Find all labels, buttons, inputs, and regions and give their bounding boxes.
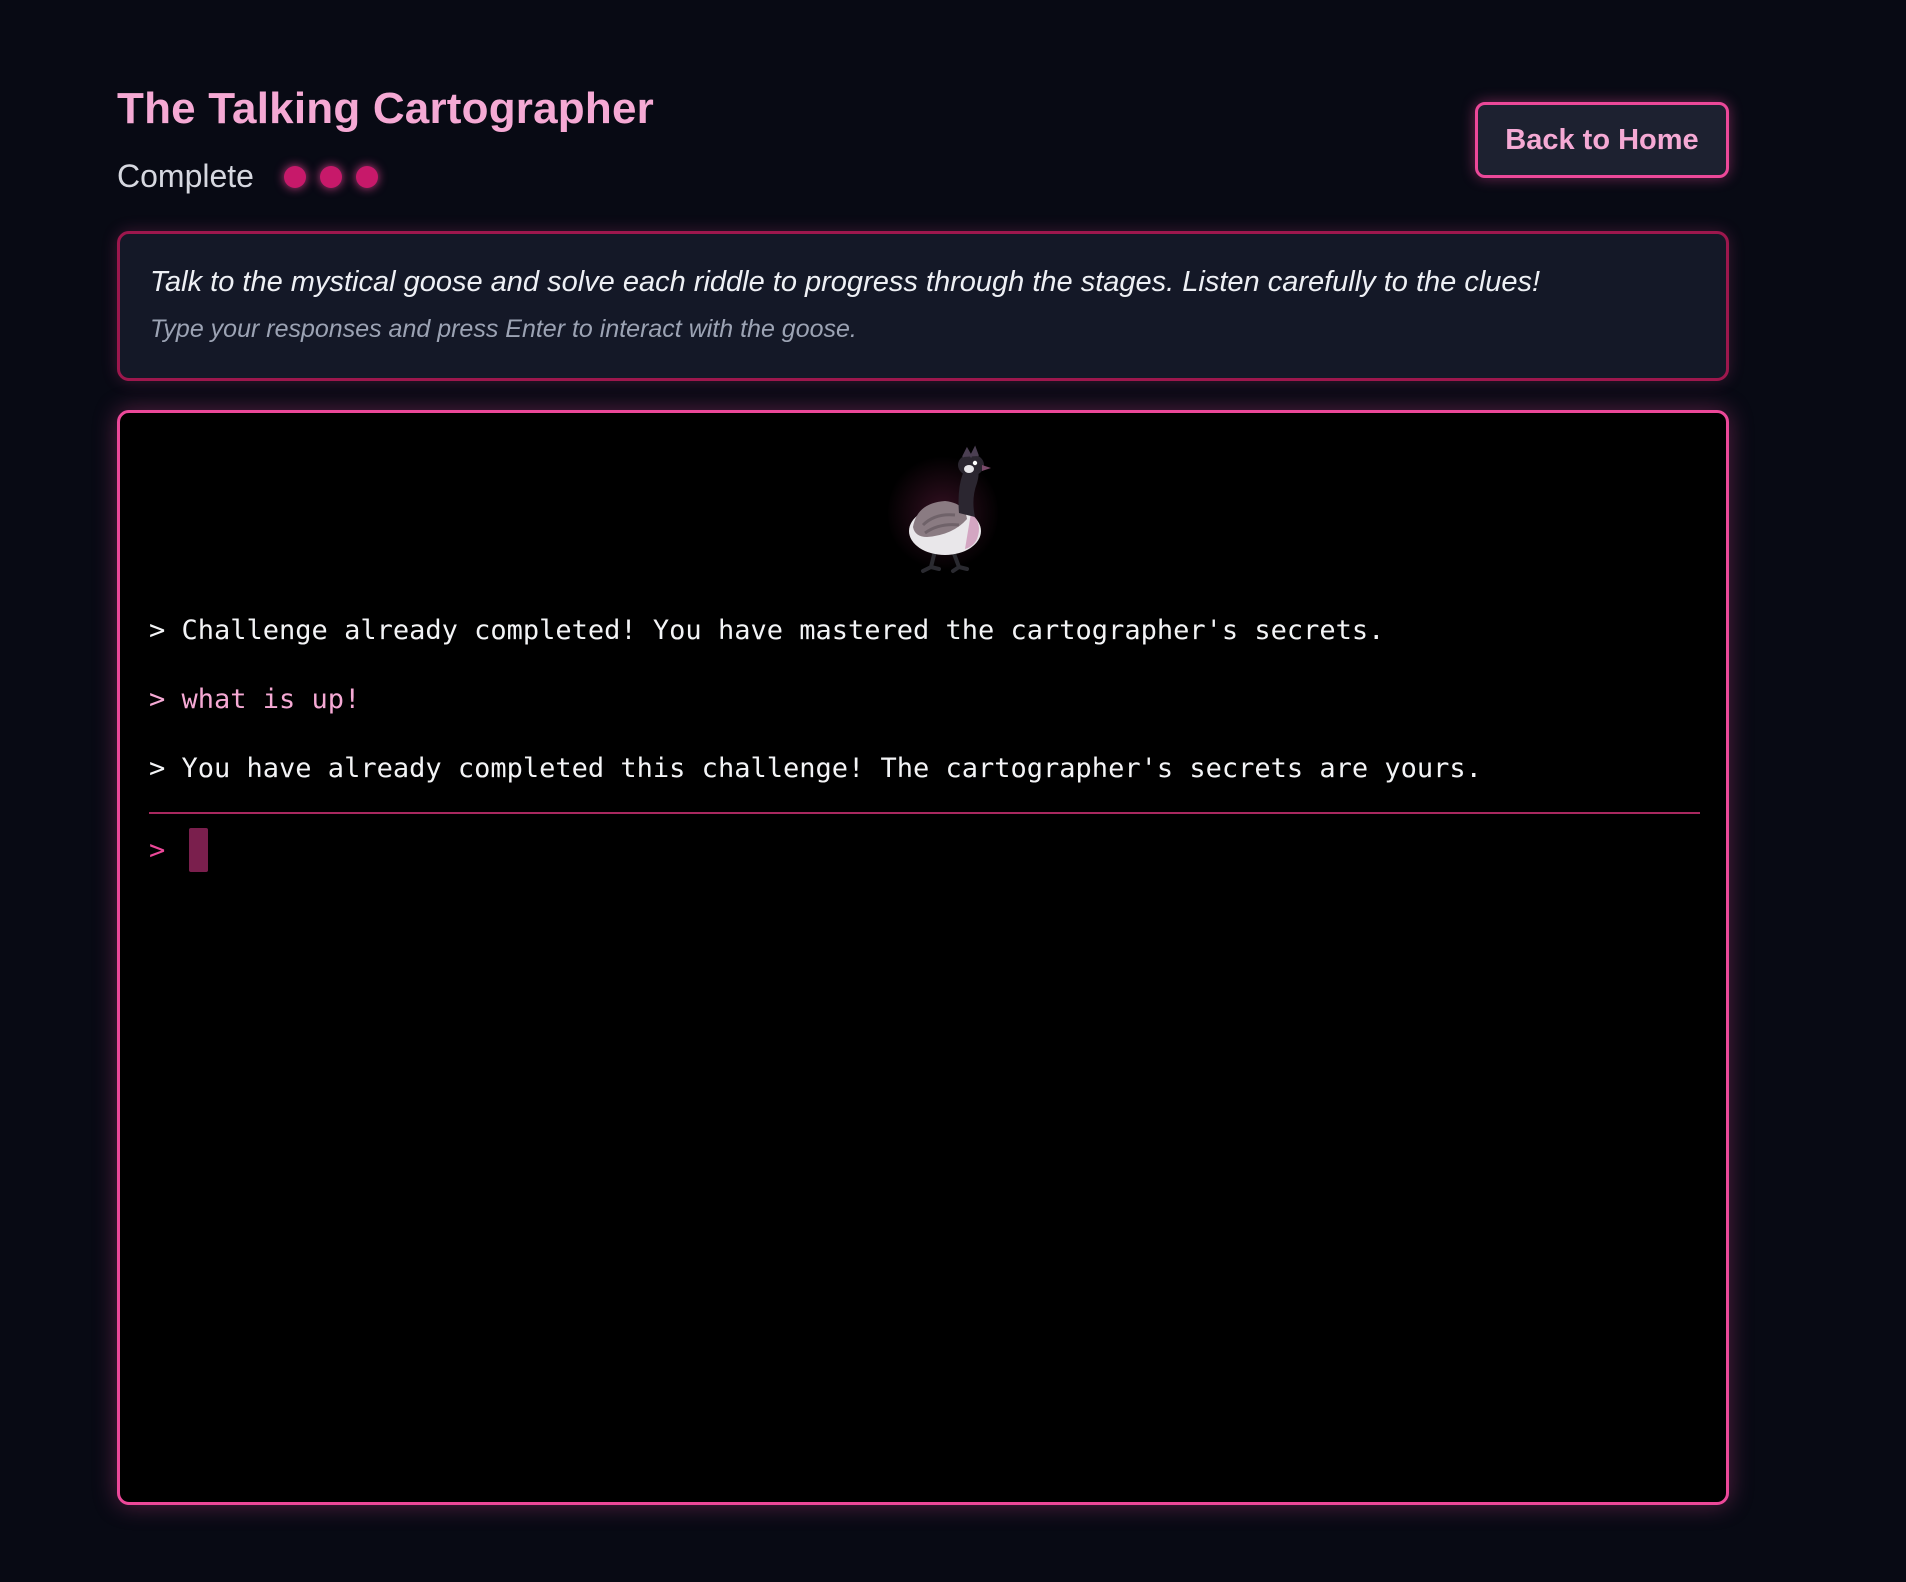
- system-message: > You have already completed this challe…: [149, 753, 1482, 784]
- goose-avatar: [883, 443, 1003, 583]
- input-divider: [149, 812, 1700, 814]
- system-message: > Challenge already completed! You have …: [149, 615, 1385, 646]
- chat-terminal[interactable]: > Challenge already completed! You have …: [117, 410, 1729, 1505]
- user-message: > what is up!: [149, 684, 361, 715]
- back-to-home-button[interactable]: Back to Home: [1475, 102, 1729, 178]
- prompt-symbol: >: [149, 834, 166, 866]
- status-label: Complete: [117, 158, 254, 194]
- progress-dot-2: [319, 165, 342, 188]
- command-input-row[interactable]: >: [149, 827, 1673, 875]
- progress-dot-3: [355, 165, 378, 188]
- page-header: The Talking Cartographer Complete Back t…: [117, 80, 1729, 194]
- instructions-main-text: Talk to the mystical goose and solve eac…: [150, 266, 1541, 298]
- instructions-sub-text: Type your responses and press Enter to i…: [150, 315, 857, 343]
- page-title: The Talking Cartographer: [117, 84, 654, 133]
- instructions-panel: Talk to the mystical goose and solve eac…: [117, 231, 1729, 381]
- command-input[interactable]: [189, 827, 1673, 875]
- message-list: > Challenge already completed! You have …: [149, 613, 1699, 820]
- goose-icon: [909, 445, 991, 573]
- progress-dot-1: [283, 165, 306, 188]
- status-row: Complete: [117, 158, 392, 195]
